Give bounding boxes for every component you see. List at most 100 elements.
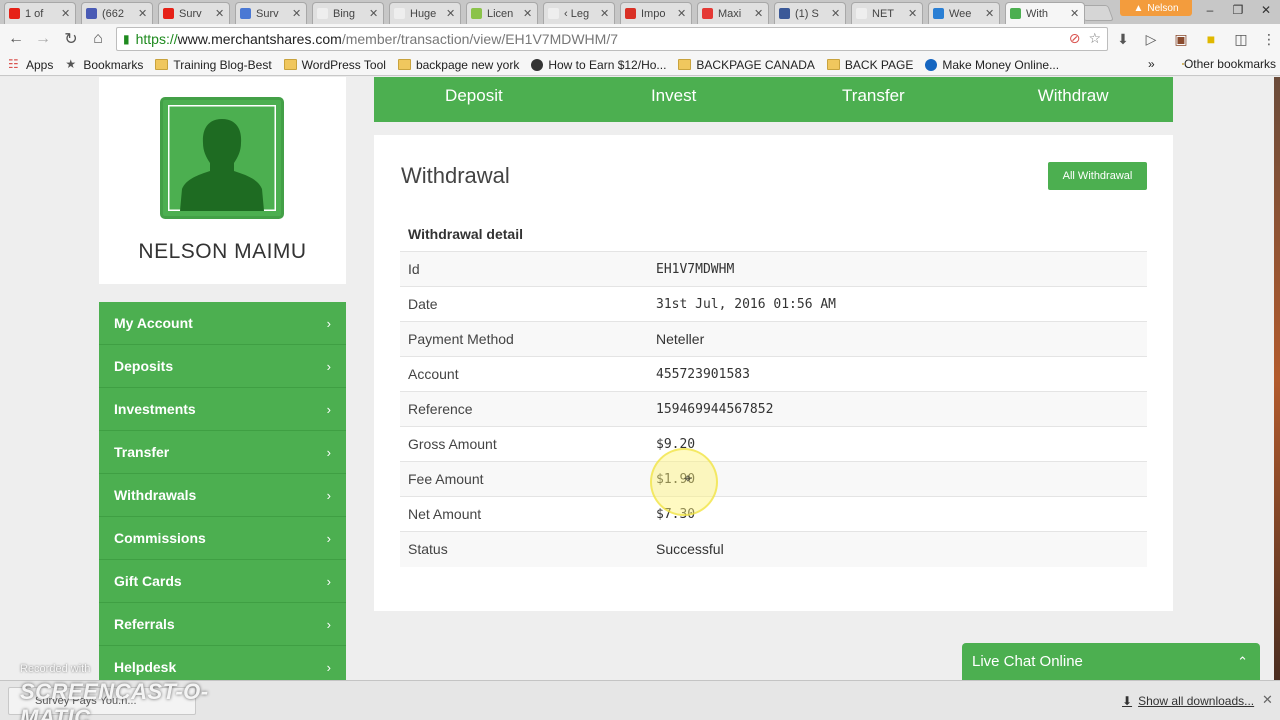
bookmark-item[interactable]: backpage new york [397, 58, 519, 72]
tab-close-icon[interactable]: ✕ [215, 7, 225, 20]
live-chat-widget[interactable]: Live Chat Online ⌃ [962, 643, 1260, 680]
tab-close-icon[interactable]: ✕ [369, 7, 379, 20]
back-button[interactable]: ← [3, 26, 29, 52]
browser-tab[interactable]: Wee ✕ [928, 2, 1000, 24]
tab-close-icon[interactable]: ✕ [1070, 7, 1080, 20]
chevron-right-icon: › [326, 487, 331, 503]
bookmark-item[interactable]: Make Money Online... [925, 58, 1059, 72]
chevron-up-icon[interactable]: ⌃ [1237, 654, 1248, 670]
folder-icon [155, 59, 169, 70]
top-menu-deposit[interactable]: Deposit [374, 77, 574, 122]
reload-button[interactable]: ↻ [58, 26, 84, 52]
browser-tab[interactable]: Licen ✕ [466, 2, 538, 24]
browser-tab[interactable]: Surv ✕ [235, 2, 307, 24]
top-menu-withdraw[interactable]: Withdraw [973, 77, 1173, 122]
sidebar-item-referrals[interactable]: Referrals › [99, 603, 346, 646]
table-row: Date 31st Jul, 2016 01:56 AM [400, 286, 1147, 322]
top-menu-transfer[interactable]: Transfer [774, 77, 974, 122]
close-window-icon[interactable]: ✕ [1252, 0, 1280, 20]
address-bar[interactable]: ▮ https:// www.merchantshares.com /membe… [116, 27, 1108, 51]
sidebar-item-investments[interactable]: Investments › [99, 388, 346, 431]
all-withdrawal-button[interactable]: All Withdrawal [1048, 162, 1147, 190]
tab-close-icon[interactable]: ✕ [677, 7, 687, 20]
download-item[interactable]: Survey Pays You.h... [8, 687, 196, 715]
tab-label: Surv [256, 7, 279, 20]
profile-name: NELSON MAIMU [138, 240, 307, 263]
tab-close-icon[interactable]: ✕ [985, 7, 995, 20]
tab-close-icon[interactable]: ✕ [908, 7, 918, 20]
sidebar-item-my-account[interactable]: My Account › [99, 302, 346, 345]
tab-close-icon[interactable]: ✕ [600, 7, 610, 20]
sidebar-item-label: Referrals [114, 616, 175, 632]
top-menu-invest[interactable]: Invest [574, 77, 774, 122]
extension-play-icon[interactable]: ▷ [1140, 28, 1162, 50]
tab-close-icon[interactable]: ✕ [831, 7, 841, 20]
browser-tab[interactable]: Maxi ✕ [697, 2, 769, 24]
bookmark-label: BACK PAGE [844, 57, 914, 72]
bookmark-item[interactable]: Training Blog-Best [155, 58, 272, 72]
forward-button[interactable]: → [30, 26, 56, 52]
browser-tab[interactable]: With ✕ [1005, 2, 1085, 24]
star-icon: ★ [65, 57, 77, 71]
minimize-icon[interactable]: – [1196, 0, 1224, 20]
page-title: Withdrawal [401, 163, 510, 188]
browser-tab[interactable]: (1) S ✕ [774, 2, 846, 24]
tab-close-icon[interactable]: ✕ [61, 7, 71, 20]
chevron-right-icon: › [326, 315, 331, 331]
site-icon [925, 58, 938, 71]
sidebar-item-helpdesk[interactable]: Helpdesk › [99, 646, 346, 680]
table-row: Gross Amount $9.20 [400, 426, 1147, 462]
show-all-downloads-link[interactable]: ⬇ Show all downloads... [1122, 694, 1254, 708]
browser-tab[interactable]: 1 of ✕ [4, 2, 76, 24]
browser-tab[interactable]: Bing ✕ [312, 2, 384, 24]
home-button[interactable]: ⌂ [85, 26, 111, 52]
tab-label: Surv [179, 7, 202, 20]
bookmark-item[interactable]: BACKPAGE CANADA [678, 58, 815, 72]
tab-close-icon[interactable]: ✕ [446, 7, 456, 20]
bookmark-label: WordPress Tool [301, 57, 386, 72]
sidebar-item-commissions[interactable]: Commissions › [99, 517, 346, 560]
withdrawal-card: Withdrawal All Withdrawal Withdrawal det… [374, 135, 1173, 611]
extension-instagram-icon[interactable]: ▣ [1170, 28, 1192, 50]
block-icon[interactable]: ⊘ [1069, 30, 1081, 47]
bookmark-item[interactable]: WordPress Tool [283, 57, 386, 72]
detail-value: EH1V7MDWHM [656, 261, 735, 277]
folder-icon [283, 59, 297, 70]
tab-close-icon[interactable]: ✕ [292, 7, 302, 20]
bookmarks-overflow-icon[interactable]: » [1148, 57, 1155, 71]
sidebar-item-transfer[interactable]: Transfer › [99, 431, 346, 474]
lock-icon: ▮ [123, 32, 130, 46]
detail-value: $7.30 [656, 506, 696, 522]
tab-favicon-icon [471, 8, 482, 19]
sidebar-item-withdrawals[interactable]: Withdrawals › [99, 474, 346, 517]
tab-close-icon[interactable]: ✕ [523, 7, 533, 20]
bookmark-item[interactable]: How to Earn $12/Ho... [531, 58, 666, 72]
bookmark-item[interactable]: ☷ Apps [8, 58, 53, 72]
tab-favicon-icon [625, 8, 636, 19]
profile-button[interactable]: ▲ Nelson [1120, 0, 1192, 16]
extension-save-icon[interactable]: ⬇ [1112, 28, 1134, 50]
tab-close-icon[interactable]: ✕ [138, 7, 148, 20]
browser-tab[interactable]: ‹ Leg ✕ [543, 2, 615, 24]
profile-label: Nelson [1147, 2, 1179, 14]
browser-tab[interactable]: (662 ✕ [81, 2, 153, 24]
sidebar-item-deposits[interactable]: Deposits › [99, 345, 346, 388]
browser-tab[interactable]: Surv ✕ [158, 2, 230, 24]
close-downloads-icon[interactable]: ✕ [1262, 692, 1273, 708]
other-bookmarks[interactable]: Other bookmarks [1181, 57, 1276, 71]
tab-strip: 1 of ✕ (662 ✕ Surv ✕ Surv ✕ Bing ✕ Huge ✕ Licen ✕ ‹ Le… [0, 0, 1280, 24]
tab-label: (1) S [795, 7, 819, 20]
extension-notes-icon[interactable]: ■ [1200, 28, 1222, 50]
star-bookmark-icon[interactable]: ☆ [1088, 30, 1101, 47]
bookmark-item[interactable]: ★ Bookmarks [65, 58, 143, 72]
browser-tab[interactable]: NET ✕ [851, 2, 923, 24]
tab-close-icon[interactable]: ✕ [754, 7, 764, 20]
restore-icon[interactable]: ❐ [1224, 0, 1252, 20]
sidebar-item-gift-cards[interactable]: Gift Cards › [99, 560, 346, 603]
browser-tab[interactable]: Impo ✕ [620, 2, 692, 24]
download-label: Survey Pays You.h... [35, 695, 137, 707]
chrome-menu-icon[interactable]: ⋮ [1258, 28, 1280, 50]
bookmark-item[interactable]: BACK PAGE [826, 57, 914, 72]
extension-toolbox-icon[interactable]: ◫ [1230, 28, 1252, 50]
browser-tab[interactable]: Huge ✕ [389, 2, 461, 24]
